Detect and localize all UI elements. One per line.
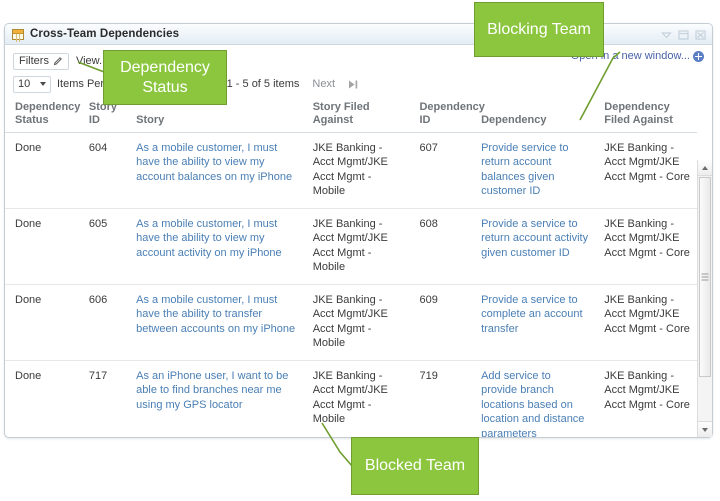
cell-story-filed-against: JKE Banking - Acct Mgmt/JKE Acct Mgmt - … [302,284,410,361]
column-header-dependency[interactable]: Dependency [471,92,595,133]
filters-label: Filters [19,55,49,67]
chevron-down-icon [40,82,46,86]
story-link[interactable]: As an iPhone user, I want to be able to … [136,370,288,411]
cell-dependency-id: 607 [409,132,472,209]
callout-blocked-team-label: Blocked Team [364,457,466,474]
column-header-dependency-id[interactable]: Dependency ID [409,92,485,133]
cell-story[interactable]: As a mobile customer, I must have the ab… [126,208,303,285]
callout-blocking-team: Blocking Team [474,2,604,57]
cell-story[interactable]: As an iPhone user, I want to be able to … [126,360,303,437]
column-header-story-filed-against[interactable]: Story Filed Against [302,92,410,133]
chevron-down-icon [702,427,708,432]
cell-story-filed-against: JKE Banking - Acct Mgmt/JKE Acct Mgmt - … [302,208,410,285]
scroll-up-button[interactable] [698,160,712,176]
callout-dependency-status: Dependency Status [103,50,227,105]
cell-dependency-id: 608 [409,208,472,285]
dependencies-table-wrapper: Dependency Status Story ID Story Story F… [5,92,712,437]
items-per-page-select[interactable]: 10 [13,75,51,93]
close-icon[interactable] [694,28,707,41]
cell-dependency[interactable]: Provide a service to return account acti… [471,208,595,285]
table-row[interactable]: Done 606 As a mobile customer, I must ha… [5,284,697,361]
scrollbar-grip-icon [701,276,709,278]
story-link[interactable]: As a mobile customer, I must have the ab… [136,218,282,259]
dependencies-table: Dependency Status Story ID Story Story F… [5,92,697,437]
cell-dependency-filed-against: JKE Banking - Acct Mgmt/JKE Acct Mgmt - … [594,132,697,209]
story-link[interactable]: As a mobile customer, I must have the ab… [136,142,292,183]
dependency-link[interactable]: Provide service to return account balanc… [481,142,568,198]
cell-story[interactable]: As a mobile customer, I must have the ab… [126,132,303,209]
cell-story-id: 605 [78,208,127,285]
cell-dependency-id: 719 [409,360,472,437]
callout-blocked-team: Blocked Team [351,437,479,495]
window-controls [660,28,707,41]
cell-dependency[interactable]: Add service to provide branch locations … [471,360,595,438]
cell-dependency-filed-against: JKE Banking - Acct Mgmt/JKE Acct Mgmt - … [594,208,697,285]
cell-story-id: 717 [78,360,127,437]
dependency-link[interactable]: Add service to provide branch locations … [481,370,584,438]
cell-dependency-id: 609 [409,284,472,361]
column-header-dependency-status[interactable]: Dependency Status [5,92,80,133]
story-link[interactable]: As a mobile customer, I must have the ab… [136,294,295,335]
cell-dependency-status: Done [5,208,79,285]
grid-table-icon [12,28,24,40]
last-page-icon[interactable] [348,79,359,90]
scroll-down-button[interactable] [698,421,712,437]
callout-dependency-status-label: Dependency Status [120,58,210,96]
table-row[interactable]: Done 604 As a mobile customer, I must ha… [5,132,697,209]
cell-dependency-status: Done [5,132,79,209]
cell-dependency-status: Done [5,360,79,437]
chevron-down-icon[interactable] [660,28,673,41]
filters-button[interactable]: Filters [13,52,69,70]
portlet-titlebar: Cross-Team Dependencies [5,24,712,45]
items-per-page-value: 10 [18,78,31,90]
cell-story-id: 606 [78,284,127,361]
cell-story[interactable]: As a mobile customer, I must have the ab… [126,284,303,361]
dependency-link[interactable]: Provide a service to complete an account… [481,294,583,335]
cell-story-filed-against: JKE Banking - Acct Mgmt/JKE Acct Mgmt - … [302,360,410,437]
cell-story-filed-against: JKE Banking - Acct Mgmt/JKE Acct Mgmt - … [302,132,410,209]
cell-dependency[interactable]: Provide service to return account balanc… [471,132,595,209]
cell-story-id: 604 [78,132,127,209]
table-row[interactable]: Done 605 As a mobile customer, I must ha… [5,208,697,285]
restore-window-icon[interactable] [677,28,690,41]
cell-dependency-status: Done [5,284,79,361]
vertical-scrollbar[interactable] [697,160,712,437]
item-count-label: 1 - 5 of 5 items [226,78,300,90]
cell-dependency[interactable]: Provide a service to complete an account… [471,284,595,361]
column-header-dependency-filed-against[interactable]: Dependency Filed Against [594,92,697,133]
chevron-up-icon [702,165,708,170]
open-new-window-icon [693,50,704,62]
cell-dependency-filed-against: JKE Banking - Acct Mgmt/JKE Acct Mgmt - … [594,360,697,437]
next-button[interactable]: Next [312,78,335,90]
table-body: Done 604 As a mobile customer, I must ha… [5,132,697,437]
table-row[interactable]: Done 717 As an iPhone user, I want to be… [5,360,697,437]
pencil-icon[interactable] [53,56,63,66]
callout-blocking-team-label: Blocking Team [487,20,591,38]
dependency-link[interactable]: Provide a service to return account acti… [481,218,588,259]
scrollbar-thumb[interactable] [699,177,711,377]
cell-dependency-filed-against: JKE Banking - Acct Mgmt/JKE Acct Mgmt - … [594,284,697,361]
page-title: Cross-Team Dependencies [30,28,180,40]
